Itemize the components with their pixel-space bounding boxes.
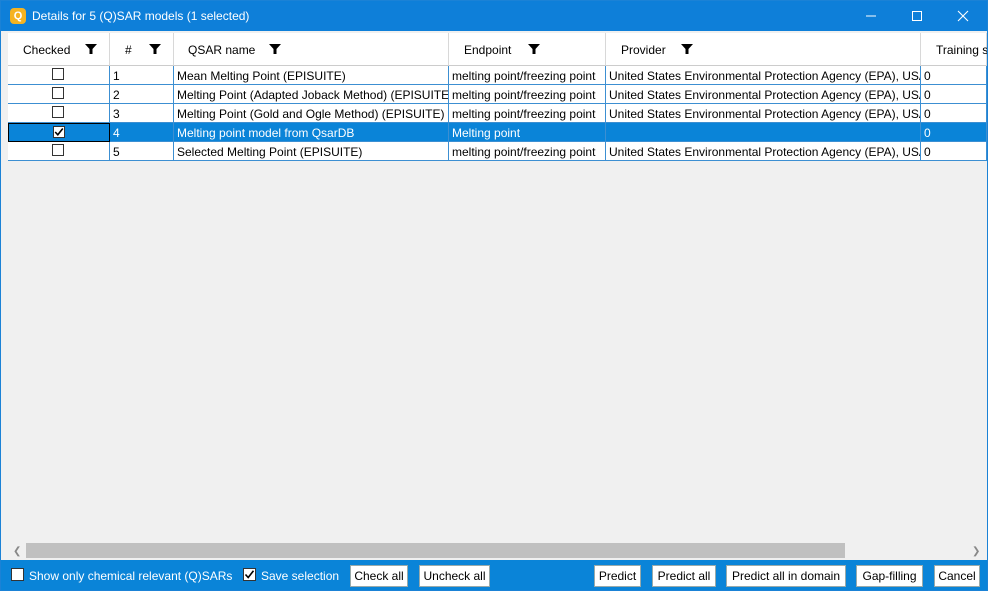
close-icon [957,10,969,22]
name-cell[interactable]: Selected Melting Point (EPISUITE) [174,142,449,161]
title-bar[interactable]: Q Details for 5 (Q)SAR models (1 selecte… [1,1,987,31]
training-cell[interactable]: 0 [921,66,987,85]
details-window: Q Details for 5 (Q)SAR models (1 selecte… [0,0,988,591]
checkmark-icon [244,570,255,579]
show-relevant-label: Show only chemical relevant (Q)SARs [29,569,233,583]
predict-all-button[interactable]: Predict all [652,565,716,587]
row-checkbox[interactable] [52,87,64,99]
training-cell[interactable]: 0 [921,142,987,161]
row-checkbox[interactable] [52,144,64,156]
filter-icon[interactable] [84,42,98,56]
predict-all-in-domain-button[interactable]: Predict all in domain [726,565,846,587]
checkmark-icon [54,128,64,137]
provider-cell[interactable]: United States Environmental Protection A… [606,142,921,161]
save-selection-checkbox[interactable] [243,568,256,581]
name-cell[interactable]: Melting Point (Adapted Joback Method) (E… [174,85,449,104]
provider-cell[interactable]: United States Environmental Protection A… [606,66,921,85]
filter-icon[interactable] [268,42,282,56]
filter-icon[interactable] [680,42,694,56]
minimize-icon [866,15,876,17]
num-cell[interactable]: 4 [110,123,174,142]
checked-cell[interactable] [8,104,110,123]
close-button[interactable] [940,1,986,31]
endpoint-cell[interactable]: Melting point [449,123,606,142]
column-header-endpoint[interactable]: Endpoint [449,33,606,66]
table-row[interactable]: 5 Selected Melting Point (EPISUITE) meltin… [8,142,987,161]
filter-icon[interactable] [527,42,541,56]
qsar-models-grid: Checked # QSAR name Endpoint Provider Tr… [8,33,987,543]
column-header-label: Checked [23,43,71,57]
table-row[interactable]: 2 Melting Point (Adapted Joback Method) (… [8,85,987,104]
cancel-button[interactable]: Cancel [934,565,980,587]
name-cell[interactable]: Melting point model from QsarDB [174,123,449,142]
scrollbar-thumb[interactable] [26,543,845,558]
training-cell[interactable]: 0 [921,85,987,104]
checked-cell[interactable] [8,85,110,104]
table-row[interactable]: 1 Mean Melting Point (EPISUITE) melting po… [8,66,987,85]
column-header-label: Provider [621,43,666,57]
minimize-button[interactable] [848,1,894,31]
scroll-left-icon[interactable]: ❮ [13,546,21,557]
window-title: Details for 5 (Q)SAR models (1 selected) [32,9,250,23]
uncheck-all-button[interactable]: Uncheck all [419,565,490,587]
show-relevant-checkbox[interactable] [11,568,24,581]
training-cell[interactable]: 0 [921,104,987,123]
endpoint-cell[interactable]: melting point/freezing point [449,142,606,161]
scroll-right-icon[interactable]: ❯ [972,546,980,557]
check-all-button[interactable]: Check all [350,565,408,587]
filter-icon[interactable] [148,42,162,56]
column-header-provider[interactable]: Provider [606,33,921,66]
endpoint-cell[interactable]: melting point/freezing point [449,104,606,123]
num-cell[interactable]: 5 [110,142,174,161]
horizontal-scrollbar[interactable]: ❮ ❯ [8,543,987,559]
row-checkbox[interactable] [52,68,64,80]
column-header-checked[interactable]: Checked [8,33,110,66]
checked-cell[interactable] [8,142,110,161]
name-cell[interactable]: Mean Melting Point (EPISUITE) [174,66,449,85]
gap-filling-button[interactable]: Gap-filling [856,565,923,587]
maximize-button[interactable] [894,1,940,31]
column-header-label: Training s [936,43,987,57]
num-cell[interactable]: 1 [110,66,174,85]
checked-cell[interactable] [8,123,110,142]
save-selection-label: Save selection [261,569,340,583]
endpoint-cell[interactable]: melting point/freezing point [449,85,606,104]
bottom-toolbar: Show only chemical relevant (Q)SARs Save… [1,560,987,590]
maximize-icon [912,11,922,21]
endpoint-cell[interactable]: melting point/freezing point [449,66,606,85]
training-cell[interactable]: 0 [921,123,987,142]
column-header-training[interactable]: Training s [921,33,987,66]
app-logo-icon: Q [10,8,26,24]
table-row[interactable]: 4 Melting point model from QsarDB Melting … [8,123,987,142]
column-header-label: # [125,43,132,57]
row-checkbox[interactable] [52,106,64,118]
name-cell[interactable]: Melting Point (Gold and Ogle Method) (EP… [174,104,449,123]
predict-button[interactable]: Predict [594,565,641,587]
num-cell[interactable]: 2 [110,85,174,104]
table-row[interactable]: 3 Melting Point (Gold and Ogle Method) (E… [8,104,987,123]
provider-cell[interactable]: United States Environmental Protection A… [606,85,921,104]
column-header-number[interactable]: # [110,33,174,66]
num-cell[interactable]: 3 [110,104,174,123]
column-header-label: QSAR name [188,43,256,57]
provider-cell[interactable] [606,123,921,142]
checked-cell[interactable] [8,66,110,85]
column-header-qsar-name[interactable]: QSAR name [174,33,449,66]
column-header-label: Endpoint [464,43,512,57]
provider-cell[interactable]: United States Environmental Protection A… [606,104,921,123]
row-checkbox[interactable] [53,126,65,138]
